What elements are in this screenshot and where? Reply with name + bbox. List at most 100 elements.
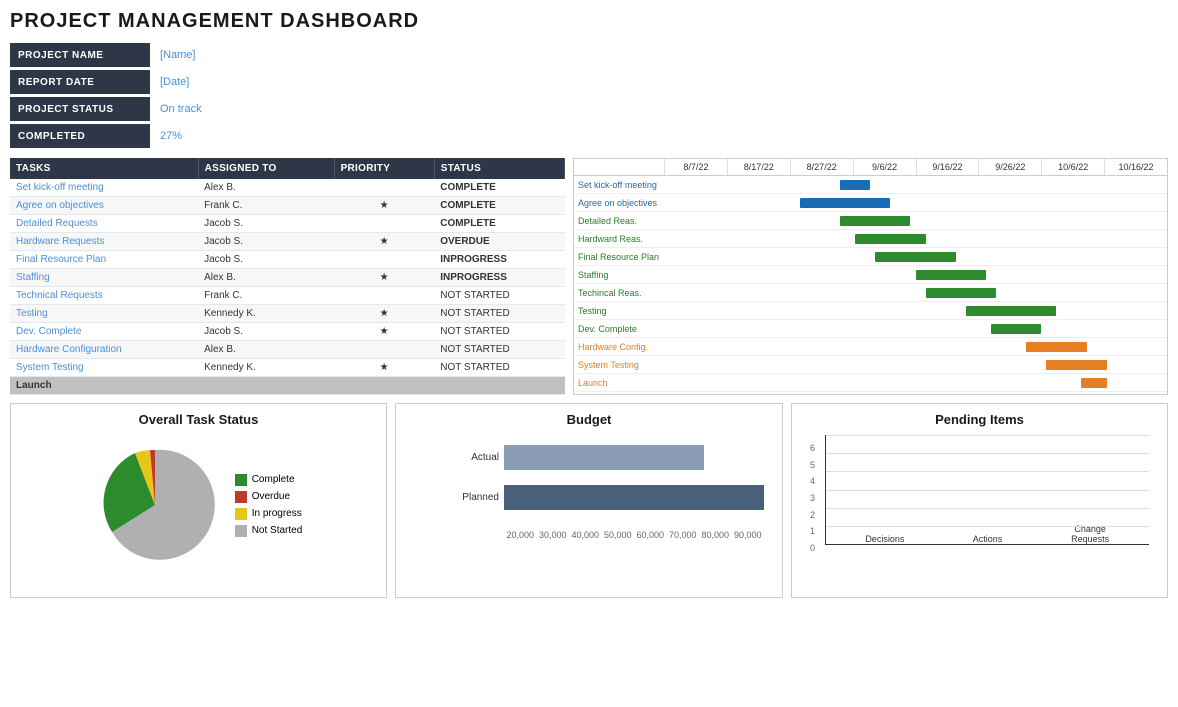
pie-chart-svg: [95, 445, 215, 565]
gantt-chart: 8/7/228/17/228/27/229/6/229/16/229/26/22…: [573, 158, 1168, 395]
legend-item: In progress: [235, 508, 303, 520]
gantt-bar: [926, 288, 996, 298]
budget-chart-box: Budget Actual Planned 20,00030,00040,000…: [395, 403, 783, 598]
main-content: TASKS ASSIGNED TO PRIORITY STATUS Set ki…: [10, 158, 1168, 395]
gantt-date-label: 9/6/22: [853, 159, 916, 175]
table-row: Hardware RequestsJacob S.★OVERDUE: [10, 233, 565, 251]
assigned-cell: Kennedy K.: [198, 305, 334, 323]
status-cell: OVERDUE: [434, 233, 564, 251]
gantt-row: Testing: [574, 302, 1167, 320]
priority-cell: [334, 215, 434, 233]
priority-cell: ★: [334, 359, 434, 377]
gantt-bar: [875, 252, 955, 262]
budget-x-label: 70,000: [667, 530, 700, 540]
gantt-row: Hardward Reas.: [574, 230, 1167, 248]
legend-item: Complete: [235, 474, 303, 486]
table-row: Agree on objectivesFrank C.★COMPLETE: [10, 197, 565, 215]
legend-label: In progress: [252, 508, 302, 519]
task-name-cell[interactable]: Detailed Requests: [10, 215, 198, 233]
assigned-cell: Jacob S.: [198, 233, 334, 251]
gantt-bar-area: [664, 176, 1167, 193]
status-cell: NOT STARTED: [434, 341, 564, 359]
gantt-bar-area: [664, 248, 1167, 265]
task-name-cell[interactable]: System Testing: [10, 359, 198, 377]
budget-container: Actual Planned 20,00030,00040,00050,0006…: [404, 435, 774, 575]
budget-x-label: 80,000: [699, 530, 732, 540]
task-name-cell[interactable]: Set kick-off meeting: [10, 179, 198, 197]
gantt-header: 8/7/228/17/228/27/229/6/229/16/229/26/22…: [574, 159, 1167, 176]
gantt-bar: [916, 270, 986, 280]
gantt-date-label: 10/16/22: [1104, 159, 1167, 175]
status-cell: NOT STARTED: [434, 287, 564, 305]
pending-y-label: 1: [810, 526, 815, 536]
gantt-bar-area: [664, 194, 1167, 211]
task-name-cell[interactable]: Staffing: [10, 269, 198, 287]
pending-bar-label: Actions: [973, 534, 1003, 544]
legend-color: [235, 525, 247, 537]
budget-chart-title: Budget: [404, 412, 774, 427]
gantt-bar: [966, 306, 1057, 316]
gantt-row-label: Final Resource Plan: [574, 252, 664, 262]
gridline-5: [826, 453, 1149, 454]
gridline-3: [826, 490, 1149, 491]
task-name-cell[interactable]: Final Resource Plan: [10, 251, 198, 269]
gantt-date-label: 9/26/22: [978, 159, 1041, 175]
pending-chart-area: Decisions Actions Change Requests: [825, 435, 1149, 545]
task-name-cell[interactable]: Technical Requests: [10, 287, 198, 305]
gantt-row-label: Hardward Reas.: [574, 234, 664, 244]
budget-x-label: 60,000: [634, 530, 667, 540]
actual-bar-row: Actual: [454, 445, 764, 470]
gantt-date-label: 10/6/22: [1041, 159, 1104, 175]
gantt-row-label: Hardware Config.: [574, 342, 664, 352]
gantt-row: Dev. Complete: [574, 320, 1167, 338]
pending-bar-label: Decisions: [865, 534, 904, 544]
assigned-cell: Alex B.: [198, 269, 334, 287]
task-name-cell[interactable]: Hardware Configuration: [10, 341, 198, 359]
gantt-bar-area: [664, 266, 1167, 283]
pending-chart-title: Pending Items: [800, 412, 1159, 427]
pending-bar-group: Change Requests: [1070, 521, 1110, 544]
gantt-date-label: 8/7/22: [664, 159, 727, 175]
gantt-row-label: System Testing: [574, 360, 664, 370]
gantt-dates: 8/7/228/17/228/27/229/6/229/16/229/26/22…: [664, 159, 1167, 175]
gantt-bar: [855, 234, 925, 244]
pending-bar-label: Change Requests: [1071, 524, 1109, 544]
info-section: PROJECT NAME [Name] REPORT DATE [Date] P…: [10, 43, 290, 148]
status-cell: NOT STARTED: [434, 305, 564, 323]
task-name-cell[interactable]: Dev. Complete: [10, 323, 198, 341]
pie-container: CompleteOverdueIn progressNot Started: [19, 435, 378, 575]
gantt-row: Agree on objectives: [574, 194, 1167, 212]
priority-cell: [334, 251, 434, 269]
table-row: StaffingAlex B.★INPROGRESS: [10, 269, 565, 287]
gridline-4: [826, 471, 1149, 472]
gantt-bar: [1081, 378, 1106, 388]
task-name-cell[interactable]: Hardware Requests: [10, 233, 198, 251]
table-row: System TestingKennedy K.★NOT STARTED: [10, 359, 565, 377]
gantt-row-label: Detailed Reas.: [574, 216, 664, 226]
pending-bar-group: Decisions: [865, 531, 905, 544]
actual-label: Actual: [454, 452, 499, 463]
gantt-bar-area: [664, 320, 1167, 337]
pending-y-label: 4: [810, 476, 815, 486]
pie-chart-title: Overall Task Status: [19, 412, 378, 427]
dashboard-title: PROJECT MANAGEMENT DASHBOARD: [10, 10, 1168, 33]
project-name-value: [Name]: [150, 43, 290, 67]
gantt-bar: [1026, 342, 1086, 352]
planned-label: Planned: [454, 492, 499, 503]
project-status-label: PROJECT STATUS: [10, 97, 150, 121]
report-date-value: [Date]: [150, 70, 290, 94]
gantt-row-label: Dev. Complete: [574, 324, 664, 334]
task-name-cell[interactable]: Testing: [10, 305, 198, 323]
gridline-1: [826, 526, 1149, 527]
pie-chart-box: Overall Task Status CompleteOverdueIn pr…: [10, 403, 387, 598]
gantt-row-label: Launch: [574, 378, 664, 388]
col-header-status: STATUS: [434, 158, 564, 179]
task-name-cell[interactable]: Agree on objectives: [10, 197, 198, 215]
gantt-row: Detailed Reas.: [574, 212, 1167, 230]
status-cell: COMPLETE: [434, 179, 564, 197]
gantt-date-label: 8/17/22: [727, 159, 790, 175]
pending-y-label: 0: [810, 543, 815, 553]
pending-y-label: 6: [810, 443, 815, 453]
priority-cell: ★: [334, 269, 434, 287]
priority-cell: ★: [334, 305, 434, 323]
